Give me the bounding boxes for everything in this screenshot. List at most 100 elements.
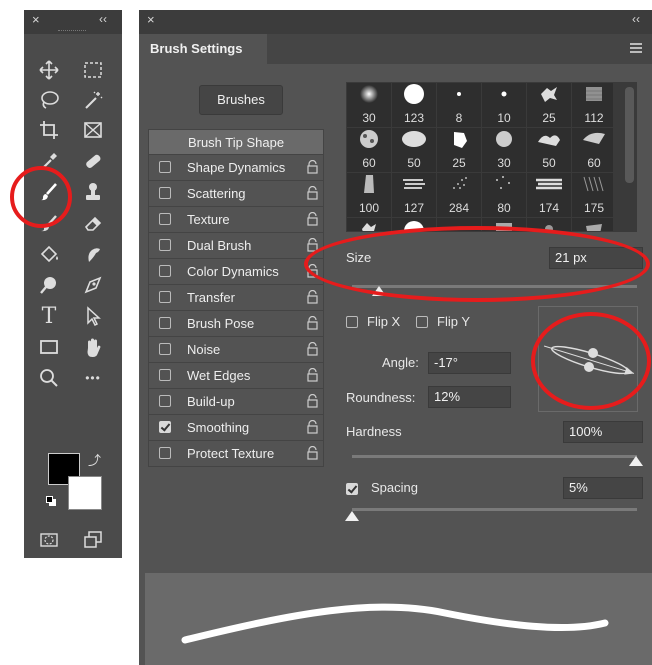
- brush-preset[interactable]: 123: [392, 83, 436, 127]
- brush-preset[interactable]: 174: [527, 173, 571, 217]
- lock-icon[interactable]: [307, 342, 318, 356]
- option-transfer[interactable]: Transfer: [148, 285, 324, 311]
- option-smoothing[interactable]: Smoothing: [148, 415, 324, 441]
- brush-preset[interactable]: 100: [347, 173, 391, 217]
- paint-bucket-icon[interactable]: [34, 242, 64, 266]
- panel-menu-icon[interactable]: [630, 43, 642, 53]
- checkbox[interactable]: [159, 265, 171, 277]
- checkbox[interactable]: [159, 291, 171, 303]
- frame-icon[interactable]: [78, 118, 108, 142]
- option-color-dynamics[interactable]: Color Dynamics: [148, 259, 324, 285]
- swap-colors-icon[interactable]: ⤴: [88, 450, 101, 469]
- option-wet-edges[interactable]: Wet Edges: [148, 363, 324, 389]
- option-label: Protect Texture: [187, 446, 275, 461]
- bandage-icon[interactable]: [78, 149, 108, 173]
- tools-grip[interactable]: [58, 30, 86, 34]
- brushes-button[interactable]: Brushes: [199, 85, 283, 115]
- brush-preset[interactable]: 8: [437, 83, 481, 127]
- brush-tip-shape-item[interactable]: Brush Tip Shape: [148, 129, 324, 155]
- option-scattering[interactable]: Scattering: [148, 181, 324, 207]
- brush-preset[interactable]: 175: [572, 173, 613, 217]
- spacing-slider-track[interactable]: [352, 508, 637, 511]
- brush-preset[interactable]: 284: [437, 173, 481, 217]
- brush-preset[interactable]: 50: [527, 128, 571, 172]
- ellipsis-icon[interactable]: •••: [78, 366, 108, 390]
- tab-brush-settings[interactable]: Brush Settings: [141, 34, 267, 64]
- brush-preset[interactable]: 30: [347, 83, 391, 127]
- panel-collapse-button[interactable]: ‹‹: [632, 12, 640, 26]
- brush-preset[interactable]: 112: [572, 83, 613, 127]
- brush-preset[interactable]: 60: [347, 128, 391, 172]
- hardness-slider-track[interactable]: [352, 455, 637, 458]
- hand-icon[interactable]: [78, 335, 108, 359]
- magic-wand-icon[interactable]: [78, 88, 108, 112]
- lock-icon[interactable]: [307, 316, 318, 330]
- spacing-checkbox[interactable]: [346, 483, 358, 495]
- lasso-icon[interactable]: [34, 88, 64, 112]
- brush-preset[interactable]: 25: [437, 128, 481, 172]
- screen-mode-icon[interactable]: [78, 528, 108, 552]
- default-colors-icon[interactable]: [46, 496, 56, 506]
- spacing-field[interactable]: 5%: [563, 477, 643, 499]
- type-icon[interactable]: T: [34, 304, 64, 329]
- option-noise[interactable]: Noise: [148, 337, 324, 363]
- option-dual-brush[interactable]: Dual Brush: [148, 233, 324, 259]
- brush-preset[interactable]: 50: [392, 128, 436, 172]
- lock-icon[interactable]: [307, 394, 318, 408]
- lock-icon[interactable]: [307, 186, 318, 200]
- lock-icon[interactable]: [307, 420, 318, 434]
- quick-mask-icon[interactable]: [34, 528, 64, 552]
- panel-close-button[interactable]: ×: [147, 12, 155, 27]
- flip-x-checkbox[interactable]: [346, 316, 358, 328]
- brush-preset[interactable]: [572, 218, 613, 231]
- magnifier-icon[interactable]: [34, 366, 64, 390]
- lock-icon[interactable]: [307, 212, 318, 226]
- checkbox[interactable]: [159, 187, 171, 199]
- background-color-swatch[interactable]: [68, 476, 102, 510]
- brush-preset[interactable]: 80: [482, 173, 526, 217]
- preset-scrollbar-thumb[interactable]: [625, 87, 634, 183]
- smudge-icon[interactable]: [78, 242, 108, 266]
- checkbox[interactable]: [159, 395, 171, 407]
- arrow-icon[interactable]: [78, 304, 108, 328]
- lock-icon[interactable]: [307, 446, 318, 460]
- checkbox[interactable]: [159, 161, 171, 173]
- checkbox[interactable]: [159, 317, 171, 329]
- pen-icon[interactable]: [78, 273, 108, 297]
- option-brush-pose[interactable]: Brush Pose: [148, 311, 324, 337]
- checkbox[interactable]: [159, 213, 171, 225]
- brush-preset[interactable]: 60: [572, 128, 613, 172]
- option-shape-dynamics[interactable]: Shape Dynamics: [148, 155, 324, 181]
- eraser-icon[interactable]: [78, 211, 108, 235]
- checkbox[interactable]: [159, 343, 171, 355]
- hardness-slider-thumb[interactable]: [629, 456, 643, 466]
- hardness-field[interactable]: 100%: [563, 421, 643, 443]
- tools-close-button[interactable]: ×: [32, 12, 40, 27]
- checkbox[interactable]: [159, 447, 171, 459]
- option-build-up[interactable]: Build-up: [148, 389, 324, 415]
- option-protect-texture[interactable]: Protect Texture: [148, 441, 324, 467]
- roundness-field[interactable]: 12%: [428, 386, 511, 408]
- brush-preset[interactable]: 25: [527, 83, 571, 127]
- brush-preset[interactable]: 10: [482, 83, 526, 127]
- move-icon[interactable]: [34, 58, 64, 82]
- rectangle-icon[interactable]: [34, 335, 64, 359]
- option-texture[interactable]: Texture: [148, 207, 324, 233]
- lock-icon[interactable]: [307, 160, 318, 174]
- spacing-slider-thumb[interactable]: [345, 511, 359, 521]
- checkbox[interactable]: [159, 369, 171, 381]
- checkbox[interactable]: [159, 239, 171, 251]
- checkbox-checked[interactable]: [159, 421, 171, 433]
- tools-collapse-button[interactable]: ‹‹: [99, 12, 107, 26]
- brush-preset[interactable]: 30: [482, 128, 526, 172]
- marquee-icon[interactable]: [78, 58, 108, 82]
- crop-icon[interactable]: [34, 118, 64, 142]
- dodge-icon[interactable]: [34, 273, 64, 297]
- lock-icon[interactable]: [307, 368, 318, 382]
- angle-field[interactable]: -17°: [428, 352, 511, 374]
- lock-icon[interactable]: [307, 290, 318, 304]
- stamp-icon[interactable]: [78, 180, 108, 204]
- brush-preset[interactable]: [347, 218, 391, 231]
- brush-preset[interactable]: 127: [392, 173, 436, 217]
- flip-y-checkbox[interactable]: [416, 316, 428, 328]
